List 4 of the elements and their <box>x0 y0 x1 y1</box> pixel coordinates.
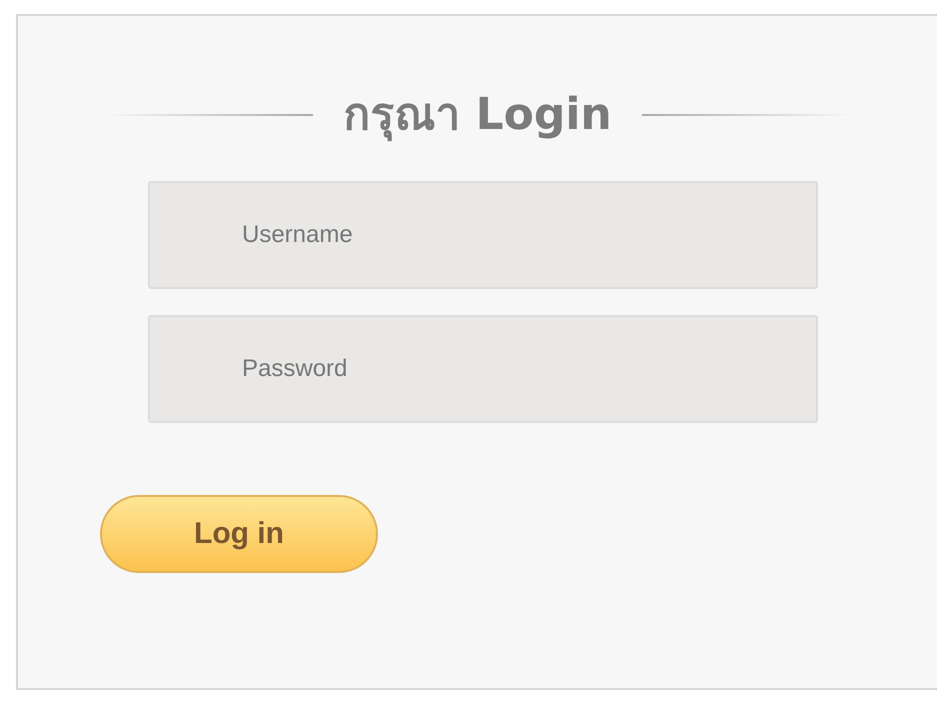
input-field[interactable]: Username <box>148 181 818 290</box>
login-button[interactable]: Log in <box>100 495 378 574</box>
login-heading: กรุณา Login <box>343 88 612 144</box>
input-field[interactable]: Password <box>148 315 818 424</box>
